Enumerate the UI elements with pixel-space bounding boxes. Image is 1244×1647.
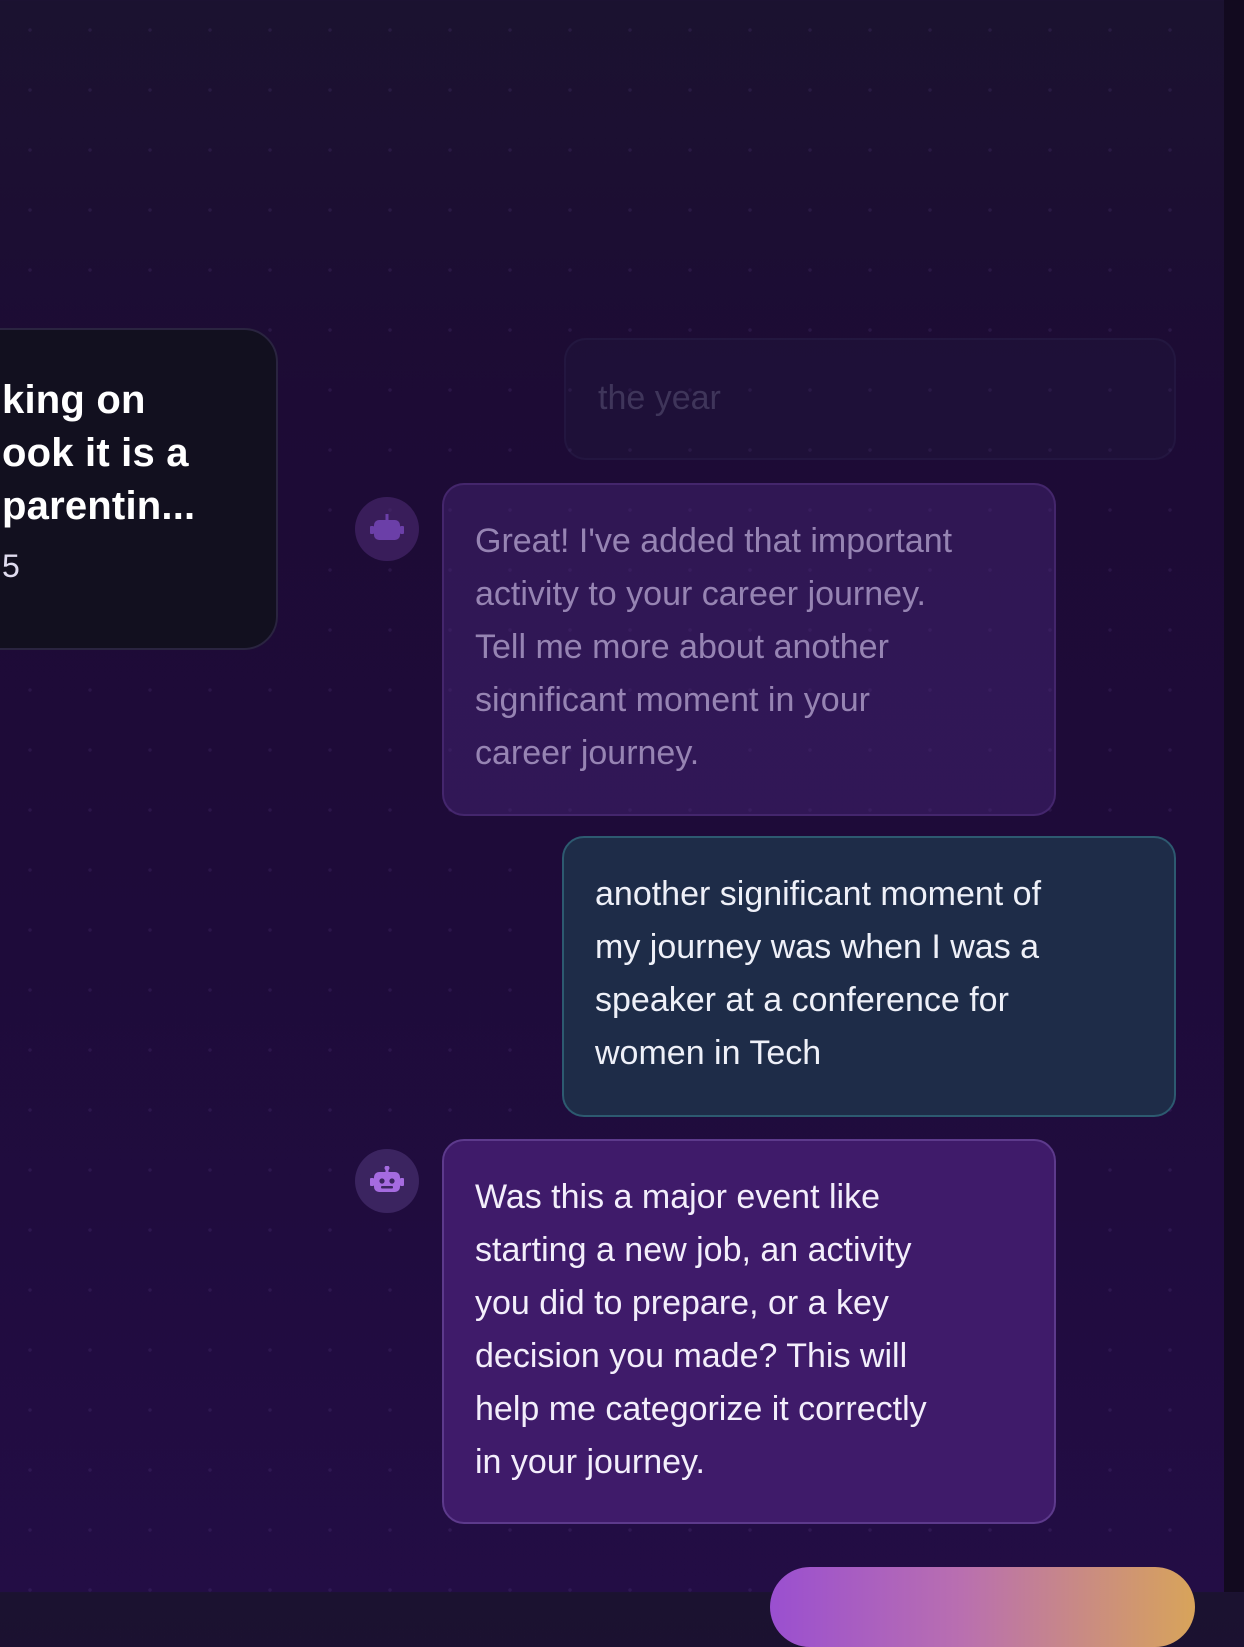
bot-avatar: [355, 1149, 419, 1213]
bot-message: Was this a major event like starting a n…: [442, 1139, 1056, 1524]
bot-message: Great! I've added that important activit…: [442, 483, 1056, 816]
message-line: Great! I've added that important: [475, 522, 953, 560]
message-line: Was this a major event like: [475, 1178, 880, 1216]
message-line: women in Tech: [595, 1034, 822, 1072]
message-line: starting a new job, an activity: [475, 1231, 912, 1269]
message-line: my journey was when I was a: [595, 928, 1040, 966]
message-line: help me categorize it correctly: [475, 1390, 927, 1428]
user-message: another significant moment of my journey…: [562, 836, 1176, 1117]
window-edge: [1224, 0, 1244, 1592]
journey-card-title: king on ook it is a parentin...: [2, 374, 282, 533]
card-title-line: king on: [2, 378, 146, 422]
message-line: you did to prepare, or a key: [475, 1284, 889, 1322]
card-title-line: ook it is a: [2, 431, 189, 475]
robot-icon: [370, 1166, 404, 1192]
gradient-action-button[interactable]: [770, 1567, 1195, 1647]
message-line: Tell me more about another: [475, 628, 889, 666]
card-title-line: parentin...: [2, 484, 196, 528]
message-line: speaker at a conference for: [595, 981, 1009, 1019]
message-line: activity to your career journey.: [475, 575, 926, 613]
user-message-faded: the year: [564, 338, 1176, 460]
bot-avatar: [355, 497, 419, 561]
message-line: in your journey.: [475, 1443, 705, 1481]
robot-icon: [370, 514, 404, 540]
journey-card[interactable]: king on ook it is a parentin... 5: [0, 328, 278, 650]
journey-card-meta: 5: [2, 548, 20, 584]
message-line: significant moment in your: [475, 681, 870, 719]
message-line: the year: [598, 379, 721, 417]
message-line: career journey.: [475, 734, 700, 772]
message-line: another significant moment of: [595, 875, 1042, 913]
message-line: decision you made? This will: [475, 1337, 908, 1375]
